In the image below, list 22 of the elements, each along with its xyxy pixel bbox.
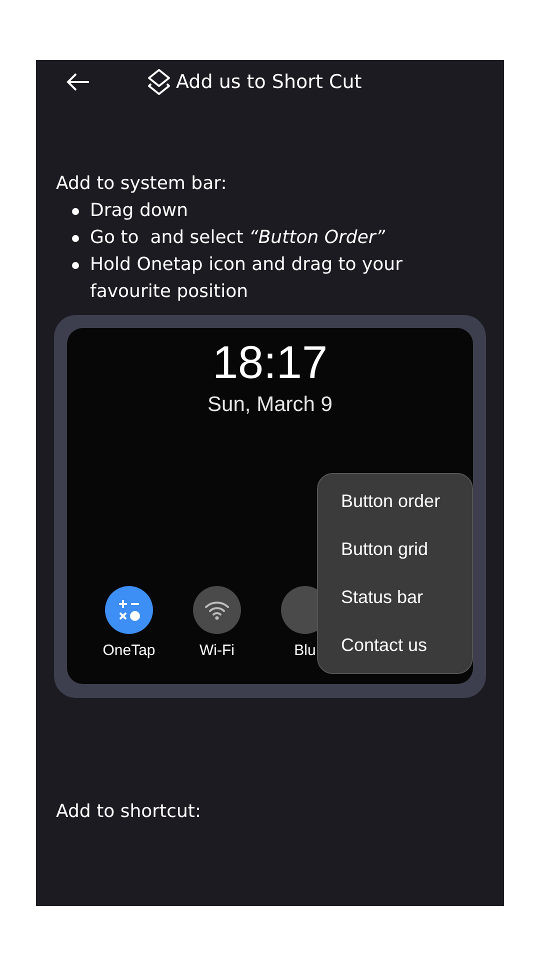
wifi-icon [204, 598, 230, 620]
section-heading: Add to shortcut: [55, 800, 202, 824]
bullet-icon [72, 235, 79, 242]
instruction-step: Go to and select “Button Order” [90, 224, 440, 251]
bullet-icon [72, 208, 79, 215]
instruction-step: Drag down [90, 197, 440, 224]
clock-date: Sun, March 9 [208, 392, 332, 418]
quick-tile[interactable] [105, 586, 153, 634]
menu-item[interactable]: Status bar [318, 584, 472, 611]
section-heading: Add to system bar: [56, 172, 228, 196]
instruction-step: Hold Onetap icon and drag to your favourite position [90, 251, 440, 305]
tile-label: Wi-Fi [200, 640, 234, 660]
page-title: Add us to Short Cut [176, 70, 362, 95]
bullet-icon [72, 262, 79, 269]
quick-tile[interactable] [193, 586, 241, 634]
menu-item[interactable]: Button order [318, 488, 472, 516]
tile-label: Blu [294, 640, 316, 660]
menu-item[interactable]: Contact us [318, 632, 472, 659]
menu-item[interactable]: Button grid [318, 536, 472, 564]
tile-label: OneTap [102, 640, 156, 660]
clock-time: 18:17 [212, 335, 328, 390]
layers-icon [146, 68, 172, 96]
